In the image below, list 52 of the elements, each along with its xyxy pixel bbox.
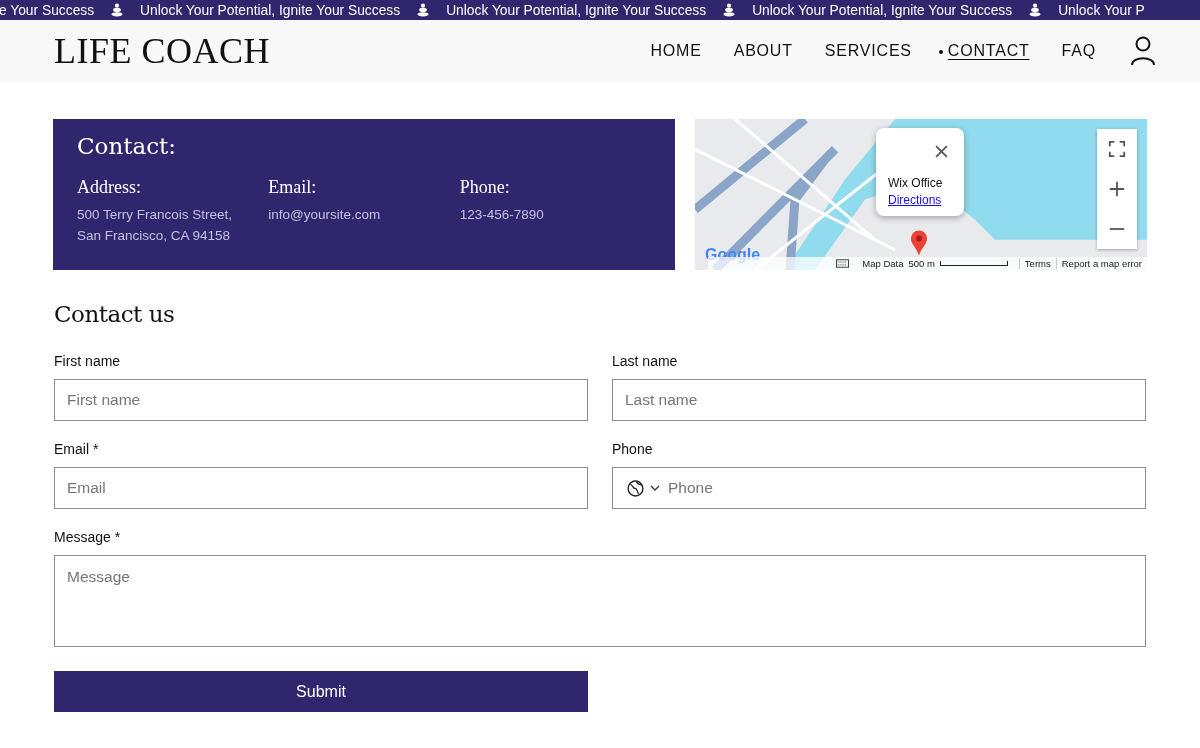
nav-link[interactable]: FAQ <box>1061 42 1096 60</box>
field-label: First name <box>54 353 122 369</box>
banner-text: Unlock Your Potential, Ignite Your Success <box>752 2 1013 18</box>
info-text: San Francisco, CA 94158 <box>77 227 232 245</box>
field-label: Email * <box>54 441 100 457</box>
terms-link[interactable]: Terms <box>1018 258 1051 269</box>
nav-link[interactable]: ABOUT <box>733 42 793 60</box>
field-label: Message * <box>54 529 122 545</box>
fullscreen-icon[interactable] <box>1108 140 1126 158</box>
chevron-down-icon[interactable] <box>650 485 660 491</box>
info-text: 500 Terry Francois Street, <box>77 206 234 224</box>
info-heading: Phone: <box>459 177 511 198</box>
globe-icon[interactable] <box>627 479 644 497</box>
message-field[interactable]: Message <box>54 555 1146 647</box>
text-field[interactable]: Last name <box>612 379 1146 421</box>
map-logo: Google <box>705 246 761 264</box>
phone-number-input[interactable]: Phone <box>668 479 1131 497</box>
info-text: 123-456-7890 <box>459 206 545 224</box>
banner-text: e Your Success <box>0 2 95 18</box>
info-heading: Email: <box>268 177 318 198</box>
nav-link[interactable]: HOME <box>650 42 702 60</box>
phone-field[interactable]: Phone <box>612 467 1146 509</box>
place-name: Wix Office <box>888 176 944 190</box>
text-field[interactable]: Email <box>54 467 588 509</box>
zoom-in-icon[interactable] <box>1108 180 1126 198</box>
close-icon[interactable] <box>935 145 948 158</box>
map-data-link[interactable]: Map Data <box>862 258 904 269</box>
report-link[interactable]: Report a map error <box>1055 258 1142 269</box>
stacked-stones-icon <box>723 3 736 17</box>
form-title: Contact us <box>54 301 176 327</box>
stacked-stones-icon <box>417 3 430 17</box>
field-label: Phone <box>612 441 654 457</box>
card-title: Contact: <box>77 133 178 159</box>
scale-bar <box>939 261 1008 266</box>
banner-text: Unlock Your P <box>1058 2 1145 18</box>
directions-link[interactable]: Directions <box>888 193 942 207</box>
scale-label: 500 m <box>908 258 935 269</box>
nav-link[interactable]: SERVICES <box>824 42 912 60</box>
text-field[interactable]: First name <box>54 379 588 421</box>
info-heading: Address: <box>77 177 142 198</box>
submit-button[interactable]: Submit <box>54 671 588 712</box>
location-pin-icon[interactable] <box>910 229 928 257</box>
info-text: info@yoursite.com <box>268 206 382 224</box>
user-icon[interactable] <box>1130 36 1156 66</box>
site-logo[interactable]: LIFE COACH <box>54 30 270 72</box>
banner-text: Unlock Your Potential, Ignite Your Success <box>446 2 707 18</box>
stacked-stones-icon <box>1029 3 1042 17</box>
banner-text: Unlock Your Potential, Ignite Your Success <box>140 2 401 18</box>
map-view[interactable]: Wix Office Directions Google Map Data 500 m Terms Report a map error <box>695 119 1147 270</box>
stacked-stones-icon <box>111 3 124 17</box>
field-label: Last name <box>612 353 679 369</box>
keyboard-icon[interactable] <box>836 259 850 268</box>
